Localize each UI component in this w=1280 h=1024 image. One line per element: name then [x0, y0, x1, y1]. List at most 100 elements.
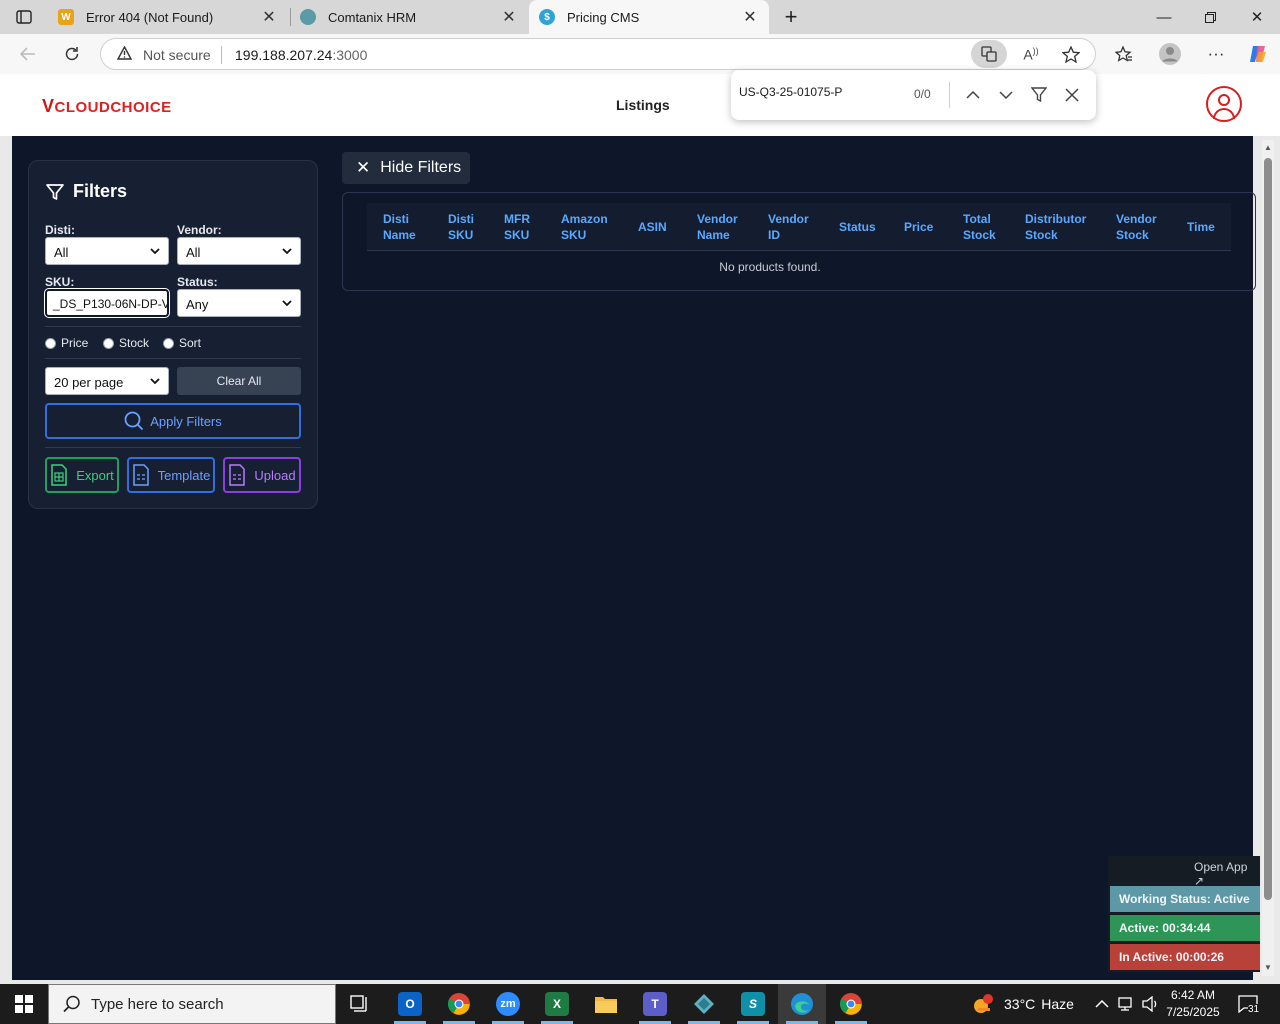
- col-price[interactable]: Price: [904, 219, 933, 235]
- outlook-icon[interactable]: O: [386, 984, 434, 1024]
- translate-icon[interactable]: [971, 40, 1007, 68]
- col-status[interactable]: Status: [839, 219, 876, 235]
- col-total-stock[interactable]: Total Stock: [963, 211, 996, 243]
- clear-all-button[interactable]: Clear All: [177, 367, 301, 395]
- favorites-icon[interactable]: [1108, 38, 1140, 70]
- copilot-icon[interactable]: [1242, 38, 1274, 70]
- excel-icon[interactable]: X: [533, 984, 581, 1024]
- find-options-filter-icon[interactable]: [1025, 82, 1053, 108]
- per-page-select[interactable]: 20 per page: [45, 367, 169, 395]
- col-disti-name[interactable]: Disti Name: [383, 211, 416, 243]
- new-tab-button[interactable]: +: [778, 4, 804, 30]
- user-profile-icon[interactable]: [1206, 86, 1242, 122]
- show-hidden-icons-chevron-icon[interactable]: [1095, 984, 1109, 1024]
- favorite-star-icon[interactable]: [1053, 40, 1089, 68]
- weather-temp: 33°C: [1004, 996, 1036, 1012]
- radio-stock[interactable]: Stock: [103, 336, 149, 350]
- scroll-down-icon[interactable]: ▼: [1262, 962, 1274, 974]
- template-button[interactable]: Template: [127, 457, 215, 493]
- reload-icon[interactable]: [56, 38, 88, 70]
- tab-comtanix-hrm[interactable]: Comtanix HRM ✕: [290, 0, 528, 34]
- app-diamond-icon[interactable]: [680, 984, 728, 1024]
- tab-pricing-cms[interactable]: $ Pricing CMS ✕: [529, 0, 769, 34]
- find-match-count: 0/0: [914, 87, 931, 101]
- radio-stock-circle[interactable]: [103, 337, 114, 349]
- radio-sort-label: Sort: [179, 336, 202, 350]
- task-view-icon[interactable]: [336, 984, 384, 1024]
- disti-select[interactable]: All: [45, 237, 169, 265]
- filters-heading: Filters: [45, 181, 127, 202]
- address-bar[interactable]: Not secure 199.188.207.24:3000 A)): [100, 38, 1096, 70]
- col-vendor-name[interactable]: Vendor Name: [697, 211, 738, 243]
- chrome-icon[interactable]: [435, 984, 483, 1024]
- upload-button[interactable]: Upload: [223, 457, 301, 493]
- open-app-link[interactable]: Open App ↗: [1194, 860, 1260, 888]
- back-icon[interactable]: [12, 38, 44, 70]
- restore-button[interactable]: [1187, 0, 1233, 34]
- not-secure-label[interactable]: Not secure: [143, 47, 211, 63]
- warning-icon[interactable]: [116, 45, 133, 63]
- close-tab-icon[interactable]: ✕: [741, 8, 759, 26]
- more-menu-icon[interactable]: ···: [1200, 38, 1232, 70]
- filters-title: Filters: [73, 181, 128, 201]
- app-s-icon[interactable]: S: [729, 984, 777, 1024]
- col-vendor-stock[interactable]: Vendor Stock: [1116, 211, 1157, 243]
- vendor-select-value: All: [186, 245, 201, 260]
- find-input[interactable]: US-Q3-25-01075-P: [739, 85, 842, 99]
- volume-icon[interactable]: [1142, 984, 1160, 1024]
- radio-sort-circle[interactable]: [163, 337, 174, 349]
- apply-filters-button[interactable]: Apply Filters: [45, 403, 301, 439]
- teams-icon[interactable]: T: [631, 984, 679, 1024]
- edge-icon[interactable]: [778, 984, 826, 1024]
- scrollbar-thumb[interactable]: [1264, 158, 1272, 900]
- col-label-line1: Price: [904, 220, 934, 234]
- close-icon: ✕: [356, 158, 371, 177]
- file-explorer-icon[interactable]: [582, 984, 630, 1024]
- find-previous-icon[interactable]: [959, 82, 987, 108]
- weather-widget[interactable]: 33°C Haze: [972, 984, 1074, 1024]
- taskbar-clock[interactable]: 6:42 AM 7/25/2025: [1166, 987, 1220, 1021]
- col-vendor-id[interactable]: Vendor ID: [768, 211, 809, 243]
- radio-price-circle[interactable]: [45, 337, 56, 349]
- chrome-profile-icon[interactable]: [827, 984, 875, 1024]
- col-label-line2: Name: [697, 228, 730, 242]
- find-close-icon[interactable]: [1058, 82, 1086, 108]
- taskbar-search-placeholder: Type here to search: [91, 995, 224, 1013]
- radio-price[interactable]: Price: [45, 336, 88, 350]
- windows-start-icon[interactable]: [0, 984, 48, 1024]
- scroll-up-icon[interactable]: ▲: [1262, 142, 1274, 154]
- col-label-line1: Disti: [383, 212, 410, 226]
- tab-actions-icon[interactable]: [8, 4, 40, 30]
- page-scrollbar[interactable]: ▲ ▼: [1262, 140, 1274, 976]
- export-button[interactable]: Export: [45, 457, 119, 493]
- zoom-icon[interactable]: zm: [484, 984, 532, 1024]
- clock-date: 7/25/2025: [1166, 1005, 1220, 1019]
- tab-error-404[interactable]: W Error 404 (Not Found) ✕: [48, 0, 288, 34]
- taskbar-search-box[interactable]: Type here to search: [48, 984, 336, 1024]
- radio-sort[interactable]: Sort: [163, 336, 201, 350]
- notifications-icon[interactable]: 31: [1238, 984, 1260, 1024]
- chevron-down-icon: [282, 300, 292, 307]
- profile-avatar-icon[interactable]: [1154, 38, 1186, 70]
- col-asin[interactable]: ASIN: [638, 219, 667, 235]
- find-next-icon[interactable]: [992, 82, 1020, 108]
- nav-listings-link[interactable]: Listings: [616, 97, 670, 113]
- col-distributor-stock[interactable]: Distributor Stock: [1025, 211, 1086, 243]
- close-tab-icon[interactable]: ✕: [260, 8, 278, 26]
- close-tab-icon[interactable]: ✕: [500, 8, 518, 26]
- w-favicon-icon: W: [58, 9, 74, 25]
- read-aloud-icon[interactable]: A)): [1013, 40, 1049, 68]
- sku-input[interactable]: _DS_P130-06N-DP-V2: [44, 288, 170, 318]
- col-disti-sku[interactable]: Disti SKU: [448, 211, 474, 243]
- hide-filters-button[interactable]: ✕ Hide Filters: [342, 152, 470, 184]
- col-mfr-sku[interactable]: MFR SKU: [504, 211, 530, 243]
- minimize-button[interactable]: —: [1141, 0, 1187, 34]
- status-select[interactable]: Any: [177, 289, 301, 317]
- vendor-select[interactable]: All: [177, 237, 301, 265]
- network-icon[interactable]: [1118, 984, 1136, 1024]
- col-amazon-sku[interactable]: Amazon SKU: [561, 211, 608, 243]
- col-time[interactable]: Time: [1187, 219, 1215, 235]
- close-window-button[interactable]: ✕: [1234, 0, 1280, 34]
- cloudchoice-logo[interactable]: VCLOUDCHOICE: [42, 96, 172, 117]
- url-text[interactable]: 199.188.207.24:3000: [235, 47, 367, 63]
